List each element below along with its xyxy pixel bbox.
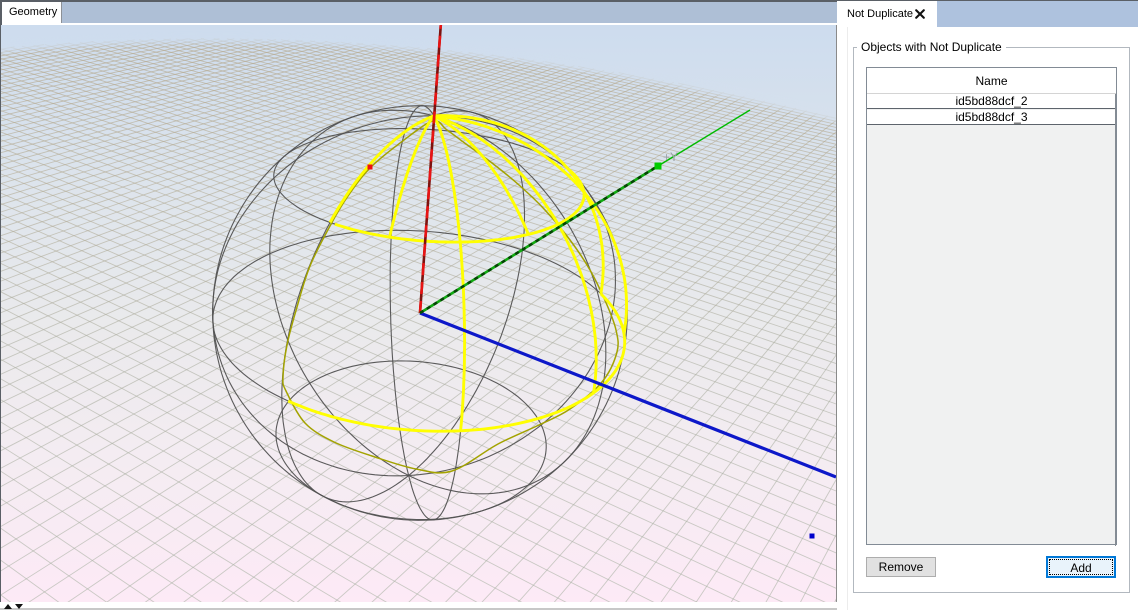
svg-text:+Y: +Y bbox=[663, 150, 678, 164]
